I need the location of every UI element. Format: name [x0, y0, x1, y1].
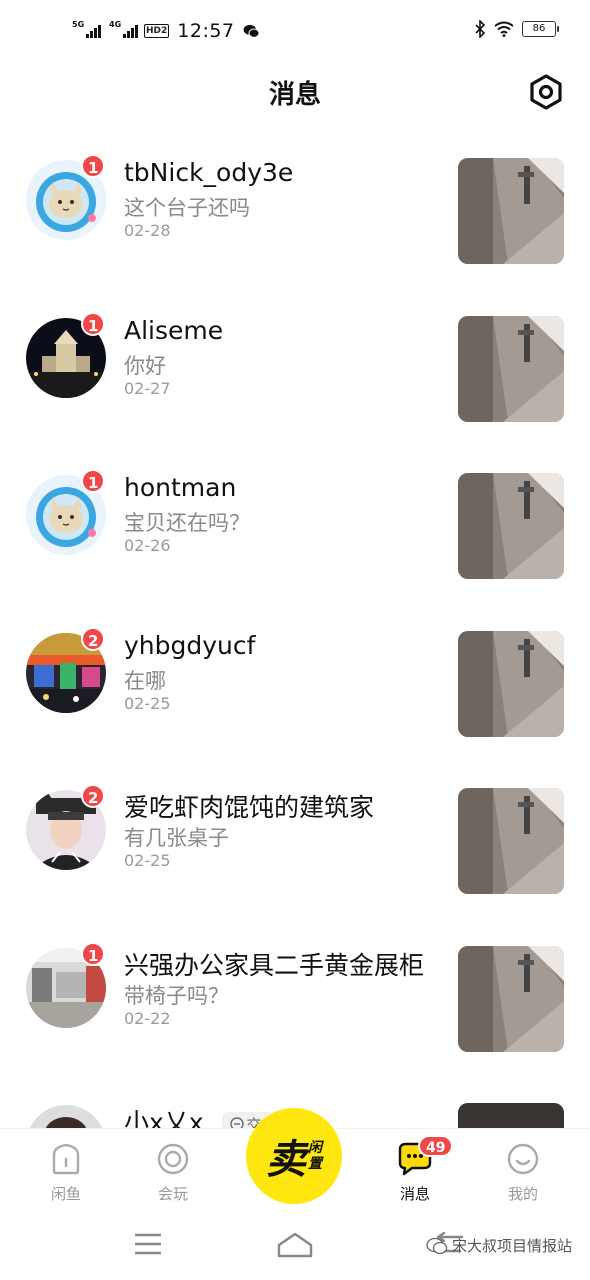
bluetooth-icon: [475, 20, 486, 38]
message-sender-name: 兴强办公家具二手黄金展柜: [124, 950, 425, 980]
item-thumbnail[interactable]: [458, 158, 564, 264]
page-title: 消息: [268, 80, 321, 110]
tab-home-label: 闲鱼: [50, 1185, 81, 1203]
sell-main-label: 卖: [266, 1136, 306, 1183]
item-thumbnail[interactable]: [458, 945, 564, 1052]
menu-icon: [135, 1233, 161, 1255]
sender-name-text: 小x乂x: [124, 1108, 204, 1128]
sell-button[interactable]: 卖 闲 置: [246, 1108, 342, 1204]
message-item[interactable]: 1 hontman 宝贝还在吗？ 02-26: [0, 445, 590, 603]
unread-badge: 2: [81, 784, 106, 808]
product-photo: [458, 315, 564, 422]
message-date: 02-25: [124, 851, 171, 870]
house-icon: [277, 1232, 313, 1258]
message-preview: 有几张桌子: [124, 826, 229, 850]
product-photo: [458, 1103, 564, 1128]
tab-mine[interactable]: 我的: [478, 1141, 568, 1204]
message-date: 02-22: [124, 1008, 171, 1028]
settings-button[interactable]: [526, 72, 566, 112]
message-item[interactable]: 1 tbNick_ody3e 这个台子还吗 02-28: [0, 130, 590, 288]
message-date: 02-27: [124, 378, 171, 398]
message-item[interactable]: 2 爱吃虾肉馄饨的建筑家 有几张桌子 02-25: [0, 760, 590, 918]
message-preview: 宝贝还在吗？: [124, 511, 250, 535]
home-button[interactable]: [275, 1231, 315, 1263]
message-sender-name: Aliseme: [124, 315, 224, 345]
person-avatar: [26, 1105, 106, 1128]
system-nav-bar: 宋大叔项目情报站: [0, 1213, 590, 1280]
unread-badge: 1: [81, 154, 106, 178]
message-preview: 这个台子还吗: [124, 196, 250, 220]
message-sender-name: 爱吃虾肉馄饨的建筑家: [124, 793, 375, 822]
signal-4g-icon: 4G: [109, 20, 138, 38]
product-photo: [458, 630, 564, 737]
message-preview: 带椅子吗？: [124, 983, 229, 1008]
message-list[interactable]: 1 tbNick_ody3e 这个台子还吗 02-28 1 Aliseme 你好…: [0, 130, 590, 1128]
unread-badge: 2: [81, 626, 106, 651]
avatar[interactable]: [26, 1105, 106, 1128]
minus-circle-icon: [229, 1117, 244, 1128]
hd-icon: HD2: [144, 24, 170, 38]
status-time: 12:57: [177, 20, 235, 42]
header: 消息: [0, 64, 590, 120]
tab-home[interactable]: 闲鱼: [21, 1141, 111, 1204]
message-date: 02-26: [124, 536, 171, 555]
item-thumbnail[interactable]: [458, 315, 564, 422]
unread-badge: 1: [81, 941, 106, 966]
tab-messages-label: 消息: [399, 1185, 430, 1203]
item-thumbnail[interactable]: [458, 473, 564, 579]
wechat-watermark-icon: [426, 1237, 448, 1254]
tab-play-label: 会玩: [157, 1185, 188, 1203]
wechat-icon: [243, 24, 260, 38]
watermark-text: 宋大叔项目情报站: [451, 1237, 572, 1255]
message-preview: 在哪: [124, 668, 166, 693]
message-sender-name: tbNick_ody3e: [124, 158, 294, 187]
tab-mine-label: 我的: [507, 1185, 538, 1203]
sell-sub-1: 闲: [308, 1140, 322, 1156]
item-thumbnail[interactable]: [458, 788, 564, 894]
sell-sub-label: 闲 置: [308, 1140, 322, 1172]
product-photo: [458, 158, 564, 264]
tab-play[interactable]: 会玩: [128, 1141, 218, 1204]
smile-face-icon: [507, 1143, 539, 1175]
battery-indicator: 86: [522, 21, 559, 37]
message-sender-name: yhbgdyucf: [124, 630, 256, 660]
target-icon: [157, 1143, 189, 1175]
watermark: 宋大叔项目情报站: [426, 1235, 572, 1256]
message-preview: 你好: [124, 353, 166, 378]
product-photo: [458, 473, 564, 579]
unread-badge: 1: [81, 469, 106, 493]
signal-5g-icon: 5G: [72, 20, 101, 38]
message-date: 02-28: [124, 221, 171, 240]
product-photo: [458, 945, 564, 1052]
message-item[interactable]: 2 yhbgdyucf 在哪 02-25: [0, 603, 590, 761]
wifi-icon: [494, 21, 514, 37]
settings-hexagon-icon: [530, 74, 562, 110]
unread-badge: 1: [81, 311, 106, 336]
messages-badge: 49: [418, 1135, 454, 1157]
sell-sub-2: 置: [308, 1156, 322, 1172]
product-photo: [458, 788, 564, 894]
network-label-2: 4G: [109, 20, 122, 29]
network-label-1: 5G: [72, 20, 85, 29]
message-item[interactable]: 1 兴强办公家具二手黄金展柜 带椅子吗？ 02-22: [0, 918, 590, 1076]
item-thumbnail[interactable]: [458, 630, 564, 737]
message-item[interactable]: 1 Aliseme 你好 02-27: [0, 288, 590, 446]
menu-button[interactable]: [133, 1231, 163, 1261]
item-thumbnail[interactable]: [458, 1103, 564, 1128]
home-fish-icon: [52, 1143, 80, 1175]
status-bar: 5G 4G HD2 12:57 86: [0, 0, 590, 64]
message-date: 02-25: [124, 693, 171, 713]
message-sender-name: hontman: [124, 473, 237, 502]
tab-messages[interactable]: 49 消息: [370, 1135, 460, 1204]
